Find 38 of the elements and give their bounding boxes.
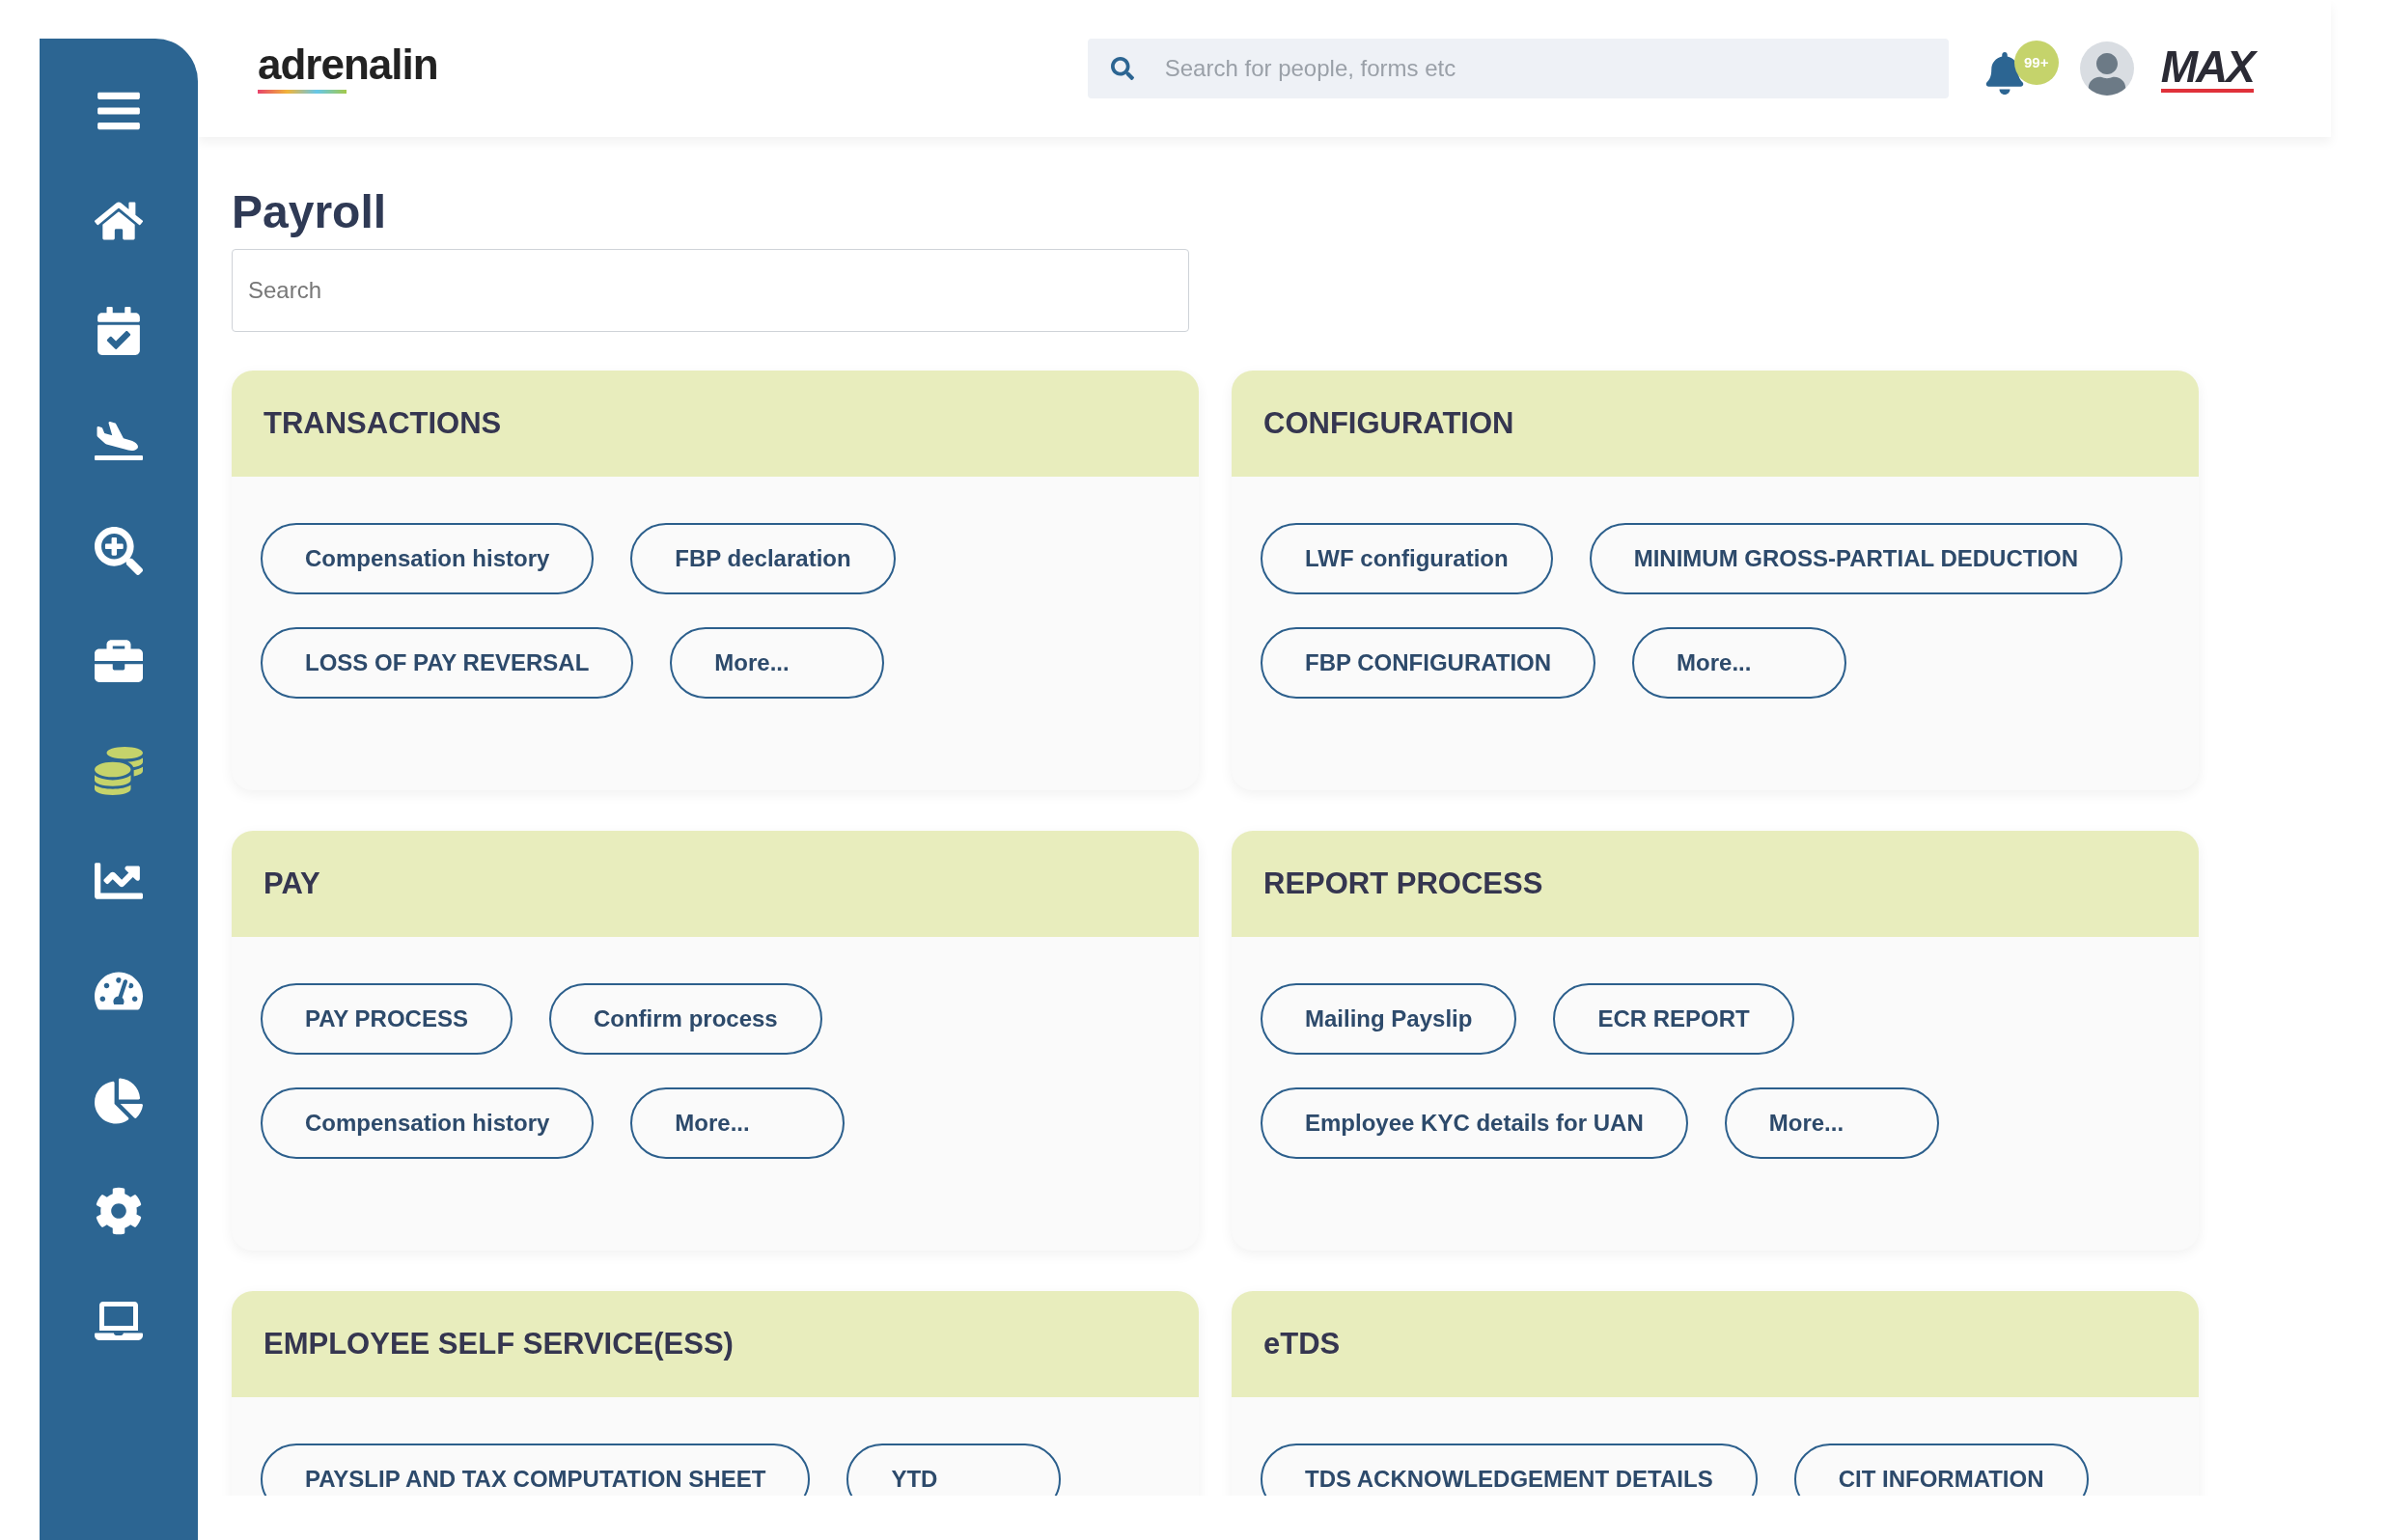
link-chip[interactable]: FBP CONFIGURATION	[1261, 627, 1596, 699]
link-chip[interactable]: YTD	[846, 1444, 1062, 1496]
section-title: REPORT PROCESS	[1263, 865, 1543, 902]
coins-icon	[95, 747, 143, 795]
notification-badge: 99+	[2013, 41, 2059, 85]
link-chip[interactable]: Confirm process	[548, 983, 822, 1055]
link-chip[interactable]: More...	[630, 1087, 846, 1159]
link-chip[interactable]: CIT INFORMATION	[1793, 1444, 2089, 1496]
section-title: CONFIGURATION	[1263, 404, 1514, 442]
briefcase-icon	[95, 637, 143, 685]
link-chip[interactable]: PAY PROCESS	[261, 983, 513, 1055]
link-chip[interactable]: Compensation history	[261, 523, 595, 594]
pie-chart-icon	[95, 1077, 143, 1125]
section-title: TRANSACTIONS	[263, 404, 502, 442]
section-title: PAY	[263, 865, 320, 902]
settings-icon	[95, 1187, 143, 1235]
link-chip[interactable]: More...	[1724, 1087, 1939, 1159]
link-chip[interactable]: FBP declaration	[630, 523, 896, 594]
link-chip[interactable]: Compensation history	[261, 1087, 595, 1159]
link-chip[interactable]: TDS ACKNOWLEDGEMENT DETAILS	[1261, 1444, 1758, 1496]
link-chip[interactable]: Employee KYC details for UAN	[1261, 1087, 1688, 1159]
link-chip[interactable]: More...	[670, 627, 885, 699]
page-title: Payroll	[232, 189, 388, 235]
calendar-icon	[95, 307, 143, 355]
zoom-in-icon	[95, 527, 143, 575]
global-search-field[interactable]: Search for people, forms etc	[1087, 39, 1949, 98]
link-chip[interactable]: More...	[1632, 627, 1847, 699]
search-icon	[1110, 57, 1134, 80]
link-chip[interactable]: Mailing Payslip	[1261, 983, 1517, 1055]
search-field[interactable]: Search	[232, 249, 1189, 332]
section-title: EMPLOYEE SELF SERVICE(ESS)	[263, 1325, 734, 1362]
logo: adrenalin	[258, 43, 438, 94]
link-chip[interactable]: PAYSLIP AND TAX COMPUTATION SHEET	[261, 1444, 811, 1496]
link-chip[interactable]: MINIMUM GROSS-PARTIAL DEDUCTION	[1589, 523, 2123, 594]
section-title: eTDS	[1263, 1325, 1341, 1362]
link-chip[interactable]: LOSS OF PAY REVERSAL	[261, 627, 634, 699]
link-chip[interactable]: LWF configuration	[1261, 523, 1553, 594]
link-chip[interactable]: ECR REPORT	[1553, 983, 1794, 1055]
